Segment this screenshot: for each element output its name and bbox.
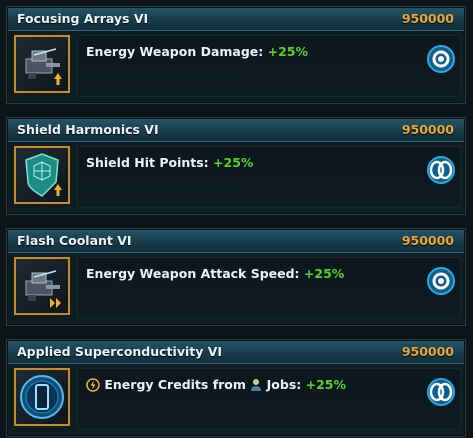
effect-value: +25% xyxy=(303,266,345,281)
effect-text: Energy Weapon Attack Speed: +25% xyxy=(86,266,344,281)
energy-credits-icon xyxy=(86,378,100,392)
effect-label: Energy Credits from xyxy=(104,377,246,392)
tech-card-focusing-arrays[interactable]: Focusing Arrays VI 950000 Energy Weapon … xyxy=(6,6,466,104)
engineering-badge-icon xyxy=(427,45,455,73)
card-header: Applied Superconductivity VI 950000 xyxy=(8,341,464,364)
shield-icon xyxy=(14,146,70,204)
physics-badge-icon xyxy=(427,378,455,406)
physics-badge-icon xyxy=(427,156,455,184)
effect-label-jobs: Jobs: xyxy=(266,377,302,392)
effect-value: +25% xyxy=(213,155,254,170)
effect-label: Shield Hit Points: xyxy=(86,155,209,170)
energy-weapon-icon xyxy=(14,35,70,93)
engineering-badge-icon xyxy=(427,267,455,295)
card-cost: 950000 xyxy=(401,11,454,26)
card-title: Flash Coolant VI xyxy=(17,233,132,248)
card-header: Shield Harmonics VI 950000 xyxy=(8,119,464,142)
effect-text: Energy Weapon Damage: +25% xyxy=(86,44,308,59)
effect-text: Energy Credits from Jobs: +25% xyxy=(86,377,346,392)
card-effect-panel: Shield Hit Points: +25% xyxy=(77,146,461,208)
power-cell-icon xyxy=(14,368,70,426)
effect-label: Energy Weapon Attack Speed: xyxy=(86,266,300,281)
tech-card-applied-superconductivity[interactable]: Applied Superconductivity VI 950000 Ener… xyxy=(6,339,466,437)
card-cost: 950000 xyxy=(401,122,454,137)
card-cost: 950000 xyxy=(401,344,454,359)
card-effect-panel: Energy Weapon Attack Speed: +25% xyxy=(77,257,461,319)
card-title: Shield Harmonics VI xyxy=(17,122,159,137)
energy-weapon-icon xyxy=(14,257,70,315)
effect-label: Energy Weapon Damage: xyxy=(86,44,264,59)
tech-card-flash-coolant[interactable]: Flash Coolant VI 950000 Energy Weapon At… xyxy=(6,228,466,326)
effect-value: +25% xyxy=(305,377,347,392)
card-effect-panel: Energy Credits from Jobs: +25% xyxy=(77,368,461,430)
tech-card-shield-harmonics[interactable]: Shield Harmonics VI 950000 Shield Hit Po… xyxy=(6,117,466,215)
card-header: Flash Coolant VI 950000 xyxy=(8,230,464,253)
card-title: Focusing Arrays VI xyxy=(17,11,149,26)
card-header: Focusing Arrays VI 950000 xyxy=(8,8,464,31)
effect-value: +25% xyxy=(267,44,309,59)
card-cost: 950000 xyxy=(401,233,454,248)
card-title: Applied Superconductivity VI xyxy=(17,344,223,359)
pop-worker-icon xyxy=(251,379,262,391)
card-effect-panel: Energy Weapon Damage: +25% xyxy=(77,35,461,97)
effect-text: Shield Hit Points: +25% xyxy=(86,155,253,170)
